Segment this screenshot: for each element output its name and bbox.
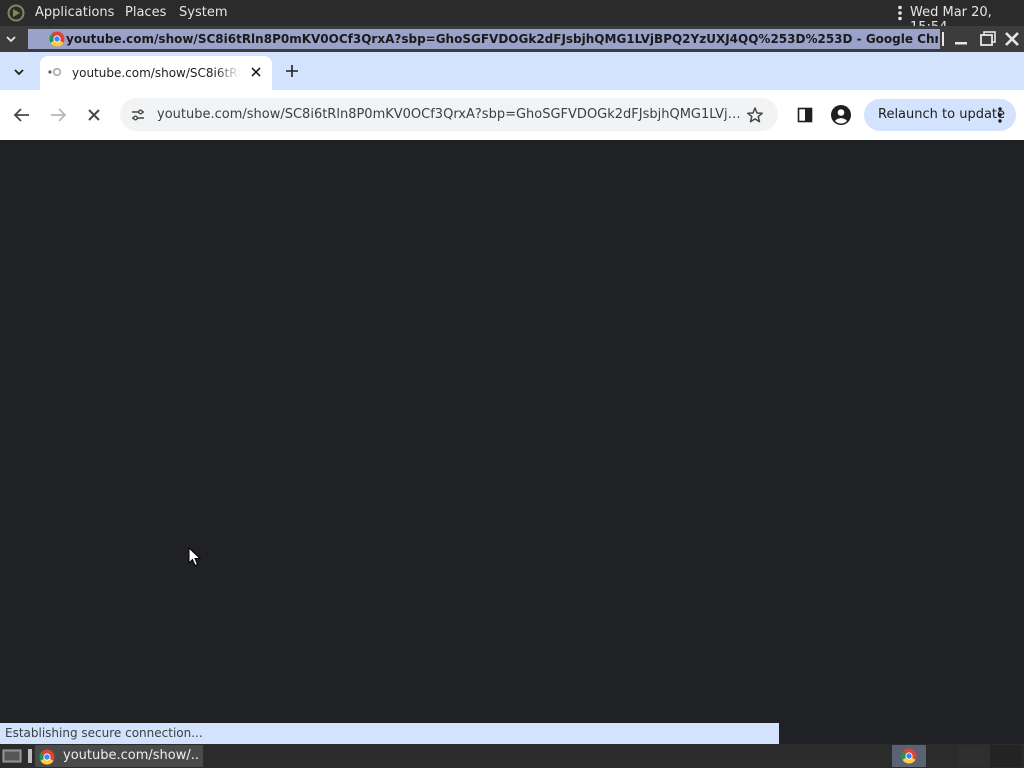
menu-applications[interactable]: Applications [35,5,114,20]
tab-search-icon[interactable] [7,62,31,82]
top-panel: Applications Places System Wed Mar 20, 1… [0,0,1024,35]
menu-logo-icon[interactable] [7,4,25,22]
tab-close-icon[interactable] [248,64,264,80]
workspace-switcher-1[interactable] [958,745,990,767]
back-icon[interactable] [10,104,34,126]
chrome-icon [49,31,65,47]
stop-icon[interactable] [83,104,105,126]
profile-icon[interactable] [830,104,852,126]
window-title: youtube.com/show/SC8i6tRln8P0mKV0OCf3Qrx… [66,32,938,46]
title-separator [942,32,944,46]
workspace-switcher-2[interactable] [990,745,1022,767]
page-content[interactable] [0,140,1024,744]
mouse-cursor-icon [188,547,202,567]
loading-icon [48,68,61,76]
panel-kebab-icon[interactable] [896,5,904,21]
menu-places[interactable]: Places [125,5,166,20]
tab-title: youtube.com/show/SC8i6tRln8P0mKV0OCf3Qrx… [72,66,240,80]
bookmark-star-icon[interactable] [746,106,764,124]
taskbar-item-label: youtube.com/show/... [63,748,199,763]
kebab-menu-icon[interactable] [997,106,1003,124]
chrome-icon [901,748,917,764]
side-panel-icon[interactable] [796,106,814,124]
menu-system[interactable]: System [179,5,227,20]
relaunch-label: Relaunch to update [878,107,1006,122]
taskbar-handle [28,749,32,763]
forward-icon[interactable] [46,104,70,126]
minimize-icon[interactable] [951,29,971,49]
chrome-icon [39,749,55,765]
status-text: Establishing secure connection... [5,726,203,740]
close-icon[interactable] [1002,29,1022,49]
site-info-icon[interactable] [130,107,146,123]
maximize-icon[interactable] [978,29,998,49]
show-desktop-icon[interactable] [2,748,22,764]
url-text[interactable]: youtube.com/show/SC8i6tRln8P0mKV0OCf3Qrx… [157,106,741,124]
new-tab-icon[interactable] [283,62,301,80]
chevron-down-icon[interactable] [4,33,18,45]
